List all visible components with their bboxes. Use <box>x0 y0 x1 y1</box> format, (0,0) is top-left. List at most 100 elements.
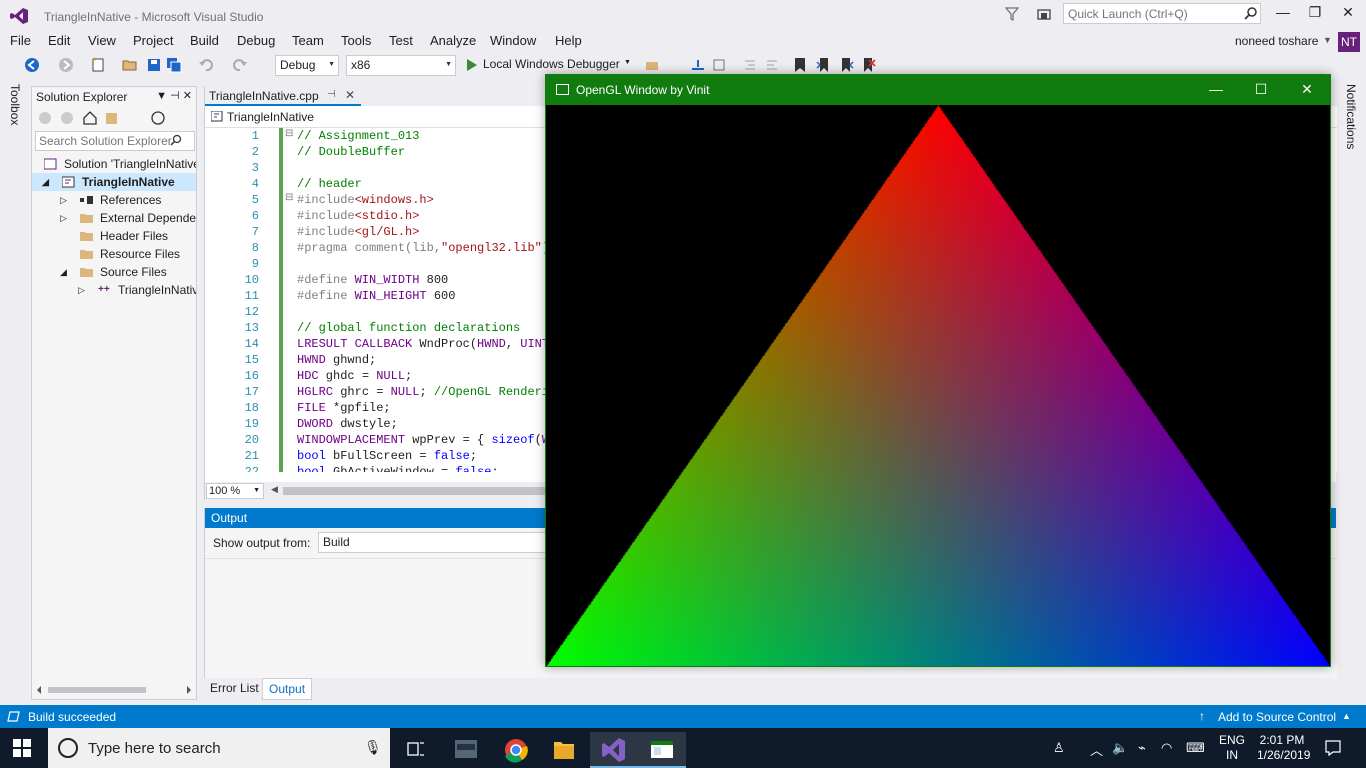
switch-views-icon[interactable] <box>104 110 120 126</box>
tree-item-project[interactable]: ◢ TriangleInNative <box>32 173 196 191</box>
notifications-tab[interactable]: Notifications <box>1344 84 1358 149</box>
menu-window[interactable]: Window <box>490 33 536 48</box>
horizontal-scrollbar-thumb[interactable] <box>283 487 583 495</box>
toolbox-tab[interactable]: Toolbox <box>8 84 22 125</box>
configuration-select[interactable]: Debug ▼ <box>275 55 339 76</box>
tree-item-header-files[interactable]: Header Files <box>32 227 196 245</box>
comment-icon[interactable] <box>712 56 728 74</box>
opengl-render-canvas[interactable] <box>546 105 1330 666</box>
chevron-down-icon[interactable]: ▼ <box>156 90 167 102</box>
forward-icon[interactable] <box>60 111 74 125</box>
tree-item-cpp-file[interactable]: ▷ ++ TriangleInNative.cpp <box>32 281 196 299</box>
menu-edit[interactable]: Edit <box>48 33 70 48</box>
home-icon[interactable] <box>82 110 98 126</box>
collapse-icon[interactable]: ⊟ <box>285 192 293 204</box>
file-explorer-icon[interactable] <box>540 732 588 768</box>
output-source-select[interactable]: Build <box>318 532 548 553</box>
collapsed-arrow-icon[interactable]: ▷ <box>78 281 85 299</box>
pin-icon[interactable]: ⊣ <box>170 90 180 102</box>
windows-start-icon[interactable] <box>13 739 31 757</box>
tree-item-references[interactable]: ▷ References <box>32 191 196 209</box>
step-icon[interactable] <box>690 56 706 74</box>
forward-icon[interactable] <box>58 56 74 74</box>
platform-select[interactable]: x86 ▼ <box>346 55 456 76</box>
user-name[interactable]: noneed toshare <box>1235 34 1318 48</box>
microphone-icon[interactable]: 🎙 <box>364 739 382 756</box>
tab-output[interactable]: Output <box>262 678 313 700</box>
opengl-app-icon[interactable] <box>638 732 686 768</box>
tab-file[interactable]: TriangleInNative.cpp ⊣ ✕ <box>205 86 361 106</box>
close-button[interactable]: ✕ <box>1331 4 1365 24</box>
menu-help[interactable]: Help <box>555 33 582 48</box>
scroll-left-icon[interactable]: ◀ <box>271 484 278 495</box>
taskbar-search[interactable]: Type here to search 🎙 <box>48 728 390 768</box>
clock[interactable]: 2:01 PM 1/26/2019 <box>1257 733 1310 763</box>
start-debugging-icon[interactable] <box>465 56 479 74</box>
tree-item-source-files[interactable]: ◢ Source Files <box>32 263 196 281</box>
action-center-icon[interactable] <box>1324 739 1342 757</box>
menu-project[interactable]: Project <box>133 33 173 48</box>
tree-item-resource-files[interactable]: Resource Files <box>32 245 196 263</box>
new-project-icon[interactable] <box>90 56 106 74</box>
menu-debug[interactable]: Debug <box>237 33 275 48</box>
people-icon[interactable]: ♙ <box>1053 740 1065 756</box>
gl-close-button[interactable]: ✕ <box>1292 81 1322 99</box>
collapse-icon[interactable]: ⊟ <box>285 128 293 140</box>
expanded-arrow-icon[interactable]: ◢ <box>60 263 67 281</box>
menu-view[interactable]: View <box>88 33 116 48</box>
feedback-icon[interactable] <box>1036 7 1052 23</box>
undo-icon[interactable] <box>198 56 214 74</box>
minimize-button[interactable]: — <box>1266 4 1300 24</box>
pin-icon[interactable]: ⊣ <box>327 89 336 100</box>
notification-filter-icon[interactable] <box>1005 7 1019 21</box>
tab-error-list[interactable]: Error List <box>210 681 259 695</box>
save-all-icon[interactable] <box>166 56 182 74</box>
tree-item-solution[interactable]: Solution 'TriangleInNative' <box>32 155 196 173</box>
glview-icon[interactable] <box>442 732 490 768</box>
chevron-down-icon[interactable]: ▼ <box>1323 35 1332 45</box>
next-bookmark-icon[interactable] <box>838 56 854 74</box>
horizontal-scrollbar[interactable] <box>36 685 192 695</box>
menu-team[interactable]: Team <box>292 33 324 48</box>
keyboard-icon[interactable]: ⌨ <box>1186 740 1205 756</box>
avatar[interactable]: NT <box>1338 32 1360 52</box>
start-debugger-button[interactable]: Local Windows Debugger <box>483 57 620 75</box>
open-file-icon[interactable] <box>122 56 138 74</box>
zoom-select[interactable]: 100 % ▼ <box>206 483 264 499</box>
menu-file[interactable]: File <box>10 33 31 48</box>
collapsed-arrow-icon[interactable]: ▷ <box>60 209 67 227</box>
opengl-title-bar[interactable]: OpenGL Window by Vinit — ☐ ✕ <box>546 75 1330 105</box>
save-icon[interactable] <box>146 56 162 74</box>
wifi-icon[interactable]: ◠ <box>1161 740 1172 756</box>
close-icon[interactable]: ✕ <box>183 90 192 102</box>
chevron-up-icon[interactable]: ︿ <box>1090 740 1103 759</box>
collapsed-arrow-icon[interactable]: ▷ <box>60 191 67 209</box>
back-icon[interactable] <box>38 111 52 125</box>
gl-maximize-button[interactable]: ☐ <box>1246 81 1276 99</box>
bookmark-icon[interactable] <box>793 56 807 74</box>
clear-bookmarks-icon[interactable] <box>860 56 876 74</box>
indent-icon[interactable] <box>742 56 758 74</box>
menu-tools[interactable]: Tools <box>341 33 371 48</box>
pending-changes-icon[interactable] <box>150 110 166 126</box>
volume-icon[interactable]: 🔈 <box>1112 740 1128 756</box>
restore-button[interactable]: ❐ <box>1298 4 1332 24</box>
quick-launch-input[interactable] <box>1063 3 1261 24</box>
add-to-source-control[interactable]: Add to Source Control <box>1218 710 1336 724</box>
gl-minimize-button[interactable]: — <box>1201 81 1231 99</box>
task-view-icon[interactable] <box>392 732 440 768</box>
menu-analyze[interactable]: Analyze <box>430 33 476 48</box>
language-indicator[interactable]: ENG IN <box>1219 733 1245 763</box>
search-icon[interactable] <box>170 134 182 146</box>
close-icon[interactable]: ✕ <box>345 88 355 102</box>
tree-item-external-dependencies[interactable]: ▷ External Dependencies <box>32 209 196 227</box>
menu-test[interactable]: Test <box>389 33 413 48</box>
redo-icon[interactable] <box>232 56 248 74</box>
arrow-up-icon[interactable]: ↑ <box>1199 709 1205 723</box>
power-icon[interactable]: ⌁ <box>1138 740 1146 756</box>
chevron-up-icon[interactable]: ▲ <box>1342 711 1351 721</box>
search-icon[interactable] <box>1244 6 1258 20</box>
back-icon[interactable] <box>24 56 40 74</box>
outdent-icon[interactable] <box>764 56 780 74</box>
attach-icon[interactable] <box>644 56 660 74</box>
